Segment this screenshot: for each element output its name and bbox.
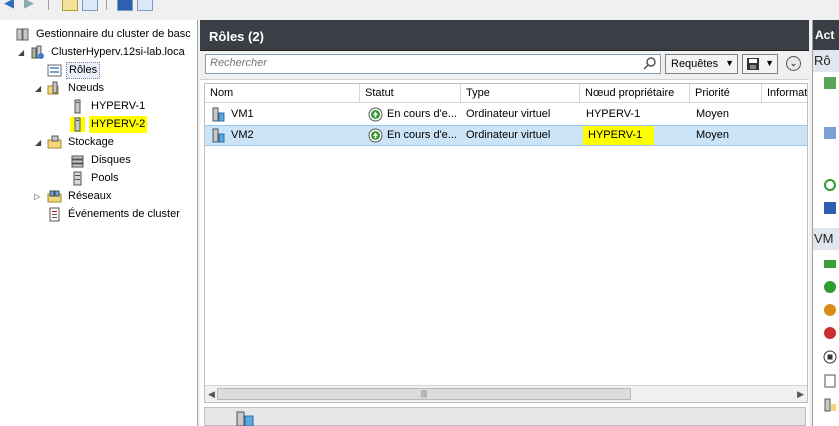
vm-details-icon <box>236 411 254 426</box>
tree-label: HYPERV-1 <box>91 100 146 112</box>
tree-label: Nœuds <box>68 82 105 94</box>
roles-pane: Rôles (2) Requêtes ▼ ▼ ⌄ Nom Statut Type… <box>200 20 809 426</box>
vm-status: En cours d'e... <box>387 108 457 120</box>
save-state-icon[interactable] <box>823 303 837 317</box>
connect-icon[interactable] <box>823 257 837 271</box>
tree-label: Stockage <box>68 136 114 148</box>
back-arrow-icon[interactable]: ◀ <box>4 0 14 9</box>
tree-label: Pools <box>91 172 119 184</box>
queries-dropdown[interactable]: Requêtes ▼ <box>665 54 738 74</box>
scroll-left-icon[interactable]: ◀ <box>208 389 215 400</box>
vm-owner-node: HYPERV-1 <box>586 108 641 120</box>
tree-label: HYPERV-2 <box>89 116 148 133</box>
vm-status: En cours d'e... <box>387 129 457 141</box>
move-icon[interactable] <box>823 398 837 412</box>
forward-arrow-icon[interactable]: ▶ <box>24 0 34 9</box>
roles-icon <box>47 64 62 77</box>
save-query-button[interactable]: ▼ <box>742 54 778 74</box>
page-title: Rôles (2) <box>209 29 264 44</box>
collapse-icon[interactable]: ◢ <box>35 134 45 151</box>
actions-section-vm[interactable]: VM <box>813 228 839 250</box>
settings-icon[interactable] <box>823 374 837 388</box>
help-icon[interactable] <box>823 201 837 215</box>
actions-title: Act <box>813 20 839 50</box>
column-header-information[interactable]: Informati <box>762 84 807 103</box>
vm-owner-node: HYPERV-1 <box>583 126 655 145</box>
save-icon <box>747 58 759 70</box>
toolbar-separator <box>48 0 49 10</box>
tree-label: Réseaux <box>68 190 112 202</box>
expand-icon[interactable]: ▷ <box>34 188 44 205</box>
scroll-right-icon[interactable]: ▶ <box>797 389 804 400</box>
configure-role-icon[interactable] <box>823 76 837 90</box>
cluster-manager-icon <box>16 28 29 41</box>
start-icon[interactable] <box>823 280 837 294</box>
help-icon[interactable] <box>117 0 133 11</box>
expand-collapse-icon[interactable]: ⌄ <box>786 56 801 71</box>
table-row[interactable]: VM2 En cours d'e... Ordinateur virtuel H… <box>205 125 807 146</box>
actions-section-roles[interactable]: Rô <box>813 50 839 72</box>
search-box <box>205 54 661 74</box>
actions-pane: Act Rô VM <box>812 20 839 426</box>
toolbar: ◀ ▶ <box>0 0 839 12</box>
console-tree: Gestionnaire du cluster de basc ◢ Cluste… <box>0 20 198 426</box>
nodes-icon <box>47 81 59 95</box>
refresh-icon[interactable] <box>823 178 837 192</box>
running-status-icon <box>368 107 383 122</box>
vm-priority: Moyen <box>696 129 730 141</box>
vm-priority: Moyen <box>696 108 730 120</box>
vm-type: Ordinateur virtuel <box>466 129 551 141</box>
queries-label: Requêtes <box>671 58 719 70</box>
table-row[interactable]: VM1 En cours d'e... Ordinateur virtuel H… <box>205 104 807 125</box>
tree-label: Événements de cluster <box>68 208 180 220</box>
horizontal-scrollbar[interactable]: ◀ ||| ▶ <box>205 385 807 402</box>
collapse-icon[interactable]: ◢ <box>18 44 28 61</box>
roles-grid: Nom Statut Type Nœud propriétaire Priori… <box>204 83 808 403</box>
vm-icon <box>212 107 225 122</box>
vm-name: VM1 <box>231 108 254 120</box>
disks-icon <box>71 155 84 168</box>
vm-type: Ordinateur virtuel <box>466 108 551 120</box>
search-bar: Requêtes ▼ ▼ ⌄ <box>200 51 809 80</box>
column-header-owner-node[interactable]: Nœud propriétaire <box>580 84 690 103</box>
column-header-type[interactable]: Type <box>461 84 580 103</box>
column-header-name[interactable]: Nom <box>205 84 360 103</box>
tree-label: ClusterHyperv.12si-lab.loca <box>51 46 185 58</box>
pools-icon <box>73 171 82 186</box>
tree-label: Gestionnaire du cluster de basc <box>36 28 191 40</box>
networks-icon <box>47 190 62 203</box>
storage-icon <box>47 135 62 149</box>
virtual-machines-icon[interactable] <box>823 126 837 140</box>
show-hide-action-pane-icon[interactable] <box>137 0 153 11</box>
column-header-priority[interactable]: Priorité <box>690 84 762 103</box>
server-icon <box>74 99 81 114</box>
tree-label: Disques <box>91 154 131 166</box>
search-icon[interactable] <box>643 56 657 70</box>
cluster-icon <box>31 45 44 59</box>
tree-label: Rôles <box>66 62 101 79</box>
server-icon <box>70 117 85 132</box>
show-hide-tree-icon[interactable] <box>82 0 98 11</box>
details-pane <box>204 407 806 426</box>
stop-icon[interactable] <box>823 350 837 364</box>
vm-name: VM2 <box>231 129 254 141</box>
event-log-icon <box>49 207 60 222</box>
folder-up-icon[interactable] <box>62 0 78 11</box>
search-input[interactable] <box>206 55 630 71</box>
chevron-down-icon: ▼ <box>765 58 774 68</box>
running-status-icon <box>368 128 383 143</box>
scrollbar-thumb[interactable]: ||| <box>217 388 631 400</box>
shutdown-icon[interactable] <box>823 326 837 340</box>
vm-icon <box>212 128 225 143</box>
toolbar-separator <box>106 0 107 10</box>
roles-header: Rôles (2) <box>200 20 809 51</box>
column-header-status[interactable]: Statut <box>360 84 461 103</box>
collapse-icon[interactable]: ◢ <box>35 80 45 97</box>
chevron-down-icon: ▼ <box>725 58 734 68</box>
